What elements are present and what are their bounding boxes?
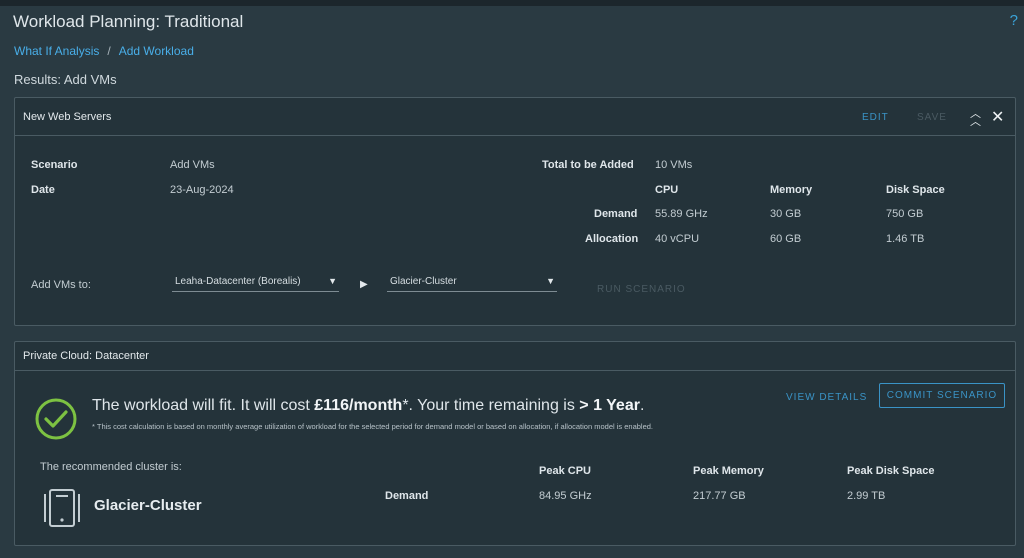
- chevron-down-icon: ▼: [546, 276, 555, 286]
- allocation-memory: 60 GB: [770, 233, 802, 245]
- datacenter-select-value: Leaha-Datacenter (Borealis): [175, 276, 301, 287]
- recommended-label: The recommended cluster is:: [40, 461, 182, 473]
- col-memory: Memory: [770, 184, 813, 196]
- allocation-label: Allocation: [585, 233, 639, 245]
- peak-disk-value: 2.99 TB: [847, 490, 886, 502]
- fit-message-part: *. Your time remaining is: [402, 397, 580, 414]
- date-label: Date: [31, 184, 55, 196]
- demand-cpu: 55.89 GHz: [655, 208, 708, 220]
- peak-demand-label: Demand: [385, 490, 429, 502]
- allocation-disk: 1.46 TB: [886, 233, 925, 245]
- scenario-label: Scenario: [31, 159, 78, 171]
- fit-message-part: .: [639, 397, 645, 414]
- double-chevron-up-icon[interactable]: ︿ ︿: [970, 109, 981, 128]
- col-disk-space: Disk Space: [886, 184, 945, 196]
- scenario-card-title: New Web Servers: [23, 110, 112, 123]
- allocation-cpu: 40 vCPU: [655, 233, 700, 245]
- peak-cpu-value: 84.95 GHz: [539, 490, 592, 502]
- play-icon: ▶: [360, 279, 368, 290]
- total-label: Total to be Added: [542, 159, 634, 171]
- breadcrumb-separator: /: [107, 44, 111, 58]
- demand-label: Demand: [594, 208, 638, 220]
- breadcrumb: What If Analysis / Add Workload: [14, 44, 194, 58]
- close-icon[interactable]: ✕: [991, 107, 1004, 127]
- cluster-select[interactable]: Glacier-Cluster ▼: [387, 276, 557, 292]
- cost-note: * This cost calculation is based on mont…: [92, 422, 654, 431]
- results-title: Results: Add VMs: [14, 72, 117, 87]
- datacenter-select[interactable]: Leaha-Datacenter (Borealis) ▼: [172, 276, 339, 292]
- col-peak-memory: Peak Memory: [693, 465, 764, 477]
- result-card-title: Private Cloud: Datacenter: [23, 350, 149, 362]
- help-icon[interactable]: ?: [1010, 12, 1018, 29]
- view-details-button[interactable]: VIEW DETAILS: [786, 392, 867, 403]
- run-scenario-button[interactable]: RUN SCENARIO: [597, 284, 686, 295]
- save-button[interactable]: SAVE: [917, 112, 947, 123]
- breadcrumb-what-if-analysis[interactable]: What If Analysis: [14, 44, 99, 58]
- demand-memory: 30 GB: [770, 208, 802, 220]
- commit-scenario-button[interactable]: COMMIT SCENARIO: [879, 383, 1005, 408]
- date-value: 23-Aug-2024: [170, 184, 234, 196]
- recommended-cluster-name: Glacier-Cluster: [94, 497, 202, 514]
- edit-button[interactable]: EDIT: [862, 112, 889, 123]
- monthly-cost: £116/month: [314, 397, 403, 414]
- cluster-select-value: Glacier-Cluster: [390, 276, 457, 287]
- top-bar: [0, 0, 1024, 6]
- page-title: Workload Planning: Traditional: [13, 12, 244, 31]
- check-circle-icon: [35, 398, 77, 440]
- scenario-card-header: New Web Servers EDIT SAVE ︿ ︿ ✕: [15, 98, 1015, 136]
- breadcrumb-add-workload[interactable]: Add Workload: [119, 44, 194, 58]
- col-peak-disk-space: Peak Disk Space: [847, 465, 935, 477]
- peak-memory-value: 217.77 GB: [693, 490, 746, 502]
- scenario-card: New Web Servers EDIT SAVE ︿ ︿ ✕ Scenario …: [14, 97, 1016, 326]
- add-vms-to-label: Add VMs to:: [31, 279, 91, 291]
- device-icon: [44, 489, 80, 527]
- col-cpu: CPU: [655, 184, 679, 196]
- col-peak-cpu: Peak CPU: [539, 465, 591, 477]
- fit-message: The workload will fit. It will cost £116…: [92, 397, 644, 415]
- total-value: 10 VMs: [655, 159, 693, 171]
- demand-disk: 750 GB: [886, 208, 924, 220]
- time-remaining: > 1 Year: [579, 397, 640, 414]
- scenario-value: Add VMs: [170, 159, 215, 171]
- fit-message-part: The workload will fit. It will cost: [92, 397, 315, 414]
- result-card-header: Private Cloud: Datacenter: [15, 342, 1015, 371]
- result-card: Private Cloud: Datacenter The workload w…: [14, 341, 1016, 546]
- chevron-down-icon: ▼: [328, 276, 337, 286]
